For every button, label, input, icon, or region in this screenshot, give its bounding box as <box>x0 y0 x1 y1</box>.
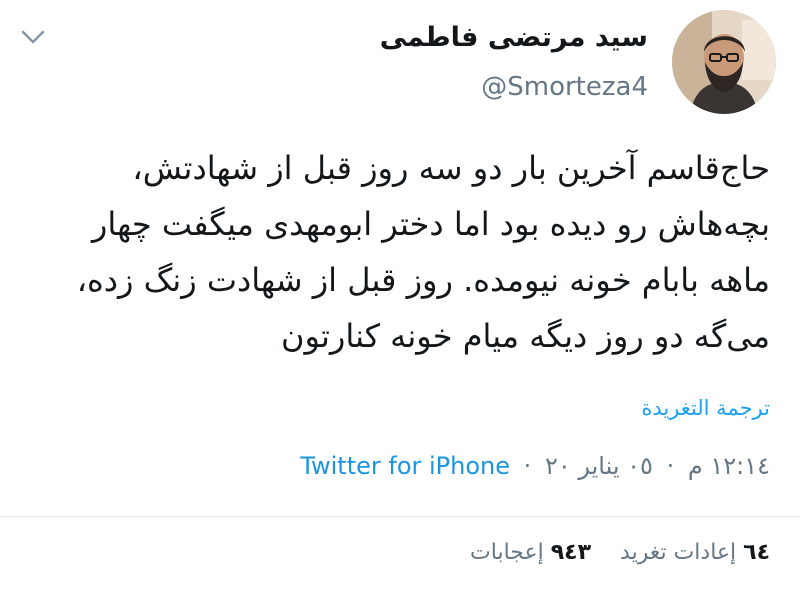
retweets-label: إعادات تغريد <box>620 540 737 565</box>
tweet-date[interactable]: ٠٥ يناير ٢٠ <box>545 452 653 480</box>
translate-tweet-link[interactable]: ترجمة التغريدة <box>641 396 770 420</box>
display-name[interactable]: سید مرتضی فاطمی <box>380 22 648 53</box>
avatar[interactable] <box>672 10 776 114</box>
tweet-stats: ٦٤ إعادات تغريد ٩٤٣ إعجابات <box>448 540 770 565</box>
likes-label: إعجابات <box>470 540 544 565</box>
meta-separator: · <box>666 452 675 480</box>
retweets-count: ٦٤ <box>743 540 770 565</box>
user-handle[interactable]: @Smorteza4 <box>481 72 648 102</box>
tweet-meta: ١٢:١٤ م · ٠٥ يناير ٢٠ · Twitter for iPho… <box>300 452 770 480</box>
meta-separator: · <box>523 452 532 480</box>
tweet-text: حاج‌قاسم آخرین بار دو سه روز قبل از شهاد… <box>76 149 770 355</box>
retweets-stat[interactable]: ٦٤ إعادات تغريد <box>613 540 770 565</box>
chevron-down-icon[interactable] <box>18 26 48 48</box>
tweet-card: سید مرتضی فاطمی @Smorteza4 حاج‌قاسم آخری… <box>0 0 800 590</box>
user-avatar-icon <box>672 10 776 114</box>
tweet-time[interactable]: ١٢:١٤ م <box>688 452 770 480</box>
likes-count: ٩٤٣ <box>550 540 592 565</box>
tweet-source-link[interactable]: Twitter for iPhone <box>300 452 510 480</box>
divider <box>0 516 800 517</box>
likes-stat[interactable]: ٩٤٣ إعجابات <box>470 540 591 565</box>
